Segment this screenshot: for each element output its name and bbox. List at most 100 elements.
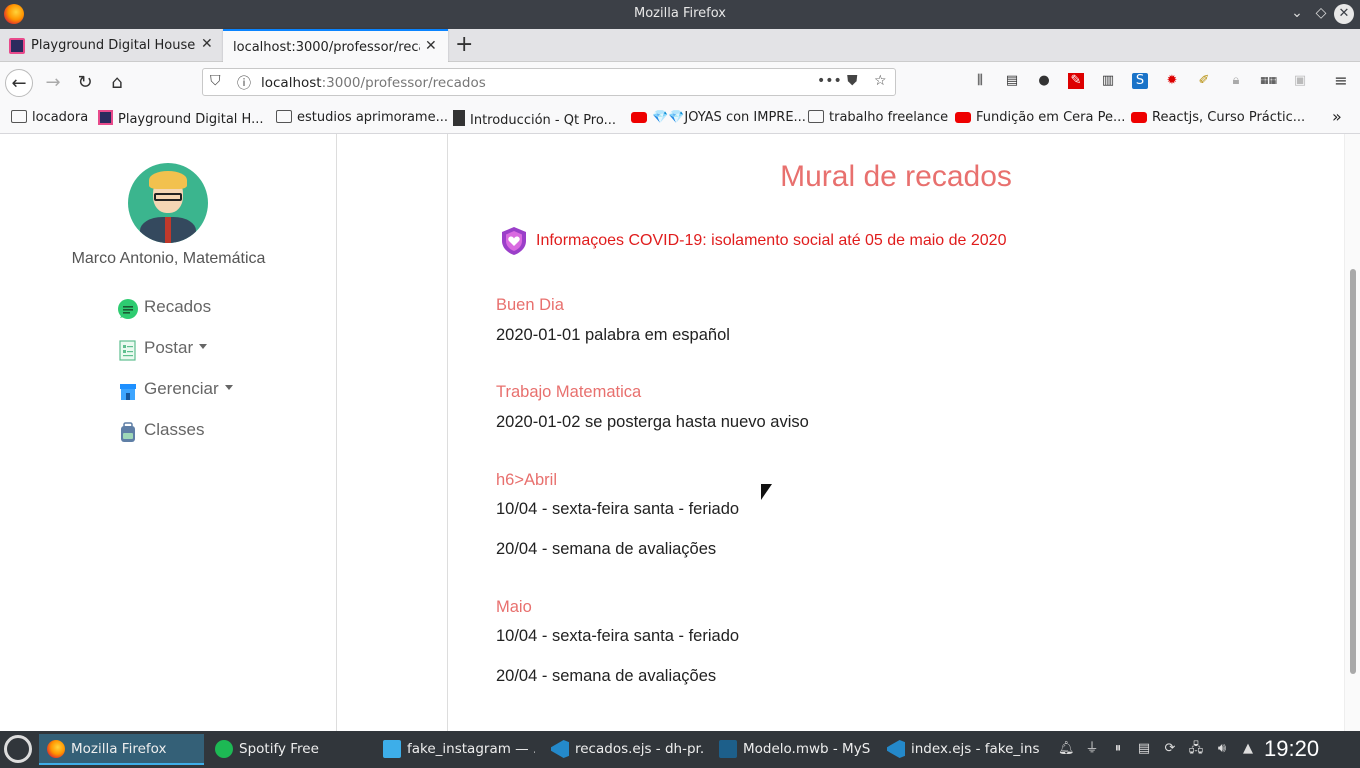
task-file-manager[interactable]: fake_instagram — ... bbox=[375, 734, 540, 765]
tracking-shield-icon[interactable]: ⛉ bbox=[210, 73, 221, 89]
bookmark-star-icon[interactable]: ☆ bbox=[874, 73, 887, 89]
note-line: 20/04 - semana de avaliações bbox=[496, 540, 717, 558]
vscode-icon bbox=[551, 740, 569, 758]
note-title: Buen Dia bbox=[496, 296, 564, 314]
task-label: Spotify Free bbox=[239, 741, 319, 757]
network-icon[interactable]: 🖧︎ bbox=[1188, 741, 1204, 757]
note-line: 10/04 - sexta-feira santa - feriado bbox=[496, 500, 740, 518]
page-actions-icon[interactable]: ••• bbox=[817, 73, 842, 89]
new-tab-icon[interactable]: + bbox=[455, 32, 473, 57]
youtube-icon bbox=[955, 112, 971, 123]
home-icon[interactable]: ⌂ bbox=[103, 69, 131, 97]
media-pause-icon[interactable]: ⏸ bbox=[1110, 741, 1126, 757]
covid-notice-text: Informaçoes COVID-19: isolamento social … bbox=[536, 232, 1007, 249]
note-line: 2020-01-01 palabra em español bbox=[496, 326, 730, 344]
usb-icon[interactable]: ⏚ bbox=[1084, 741, 1100, 757]
task-label: index.ejs - fake_inst... bbox=[911, 741, 1039, 757]
task-label: recados.ejs - dh-pr... bbox=[575, 741, 703, 757]
task-label: Modelo.mwb - MyS... bbox=[743, 741, 871, 757]
bookmark-joyas[interactable]: 💎💎JOYAS con IMPRE... bbox=[631, 110, 806, 125]
extension-icon[interactable]: ▥ bbox=[1100, 73, 1116, 89]
lock-icon[interactable]: 🔒︎ bbox=[1228, 73, 1244, 89]
mouse-cursor-icon bbox=[761, 484, 772, 500]
caret-down-icon bbox=[199, 344, 208, 349]
library-icon[interactable]: ⫼ bbox=[972, 73, 988, 89]
dh-icon bbox=[98, 110, 113, 125]
sidebar-item-label: Postar bbox=[144, 338, 208, 358]
vscode-icon bbox=[887, 740, 905, 758]
note-line: 2020-01-02 se posterga hasta nuevo aviso bbox=[496, 413, 809, 431]
back-icon[interactable]: ← bbox=[5, 69, 33, 97]
forward-icon[interactable]: → bbox=[39, 69, 67, 97]
bookmark-reactjs[interactable]: Reactjs, Curso Práctic... bbox=[1131, 110, 1305, 125]
site-info-icon[interactable]: ⓘ bbox=[237, 73, 251, 93]
folder-icon bbox=[276, 110, 292, 123]
firefox-icon bbox=[47, 740, 65, 758]
tray-expand-icon[interactable]: ▲ bbox=[1240, 741, 1256, 757]
mysql-workbench-icon bbox=[719, 740, 737, 758]
sidebar-icon[interactable]: ▤ bbox=[1004, 73, 1020, 89]
notification-icon[interactable]: 🔔︎ bbox=[1058, 741, 1075, 757]
clipboard-icon[interactable]: ▤ bbox=[1136, 741, 1152, 757]
application-launcher-icon[interactable] bbox=[4, 735, 32, 763]
task-mysql-workbench[interactable]: Modelo.mwb - MyS... bbox=[711, 734, 876, 765]
tab-strip: Playground Digital House ✕ localhost:300… bbox=[0, 29, 1360, 62]
volume-icon[interactable]: 🔊︎ bbox=[1214, 741, 1230, 757]
bookmarks-overflow-icon[interactable]: » bbox=[1332, 107, 1342, 126]
menu-hamburger-icon[interactable]: ≡ bbox=[1333, 73, 1349, 89]
bookmark-fundicao[interactable]: Fundição em Cera Pe... bbox=[955, 110, 1125, 125]
task-vscode-index[interactable]: index.ejs - fake_inst... bbox=[879, 734, 1044, 765]
sidebar: Marco Antonio, Matemática Recados Postar… bbox=[0, 134, 337, 731]
close-window-icon[interactable]: ✕ bbox=[1334, 4, 1354, 24]
clock[interactable]: 19:20 bbox=[1264, 736, 1319, 762]
scrollbar-thumb[interactable] bbox=[1350, 269, 1356, 674]
document-icon bbox=[119, 340, 136, 361]
note-title: Maio bbox=[496, 598, 532, 616]
close-tab-icon[interactable]: ✕ bbox=[425, 38, 437, 54]
task-spotify[interactable]: Spotify Free bbox=[207, 734, 372, 765]
reload-icon[interactable]: ↻ bbox=[71, 69, 99, 97]
extension-icon[interactable]: ✎ bbox=[1068, 73, 1084, 89]
minimize-icon[interactable]: ⌄ bbox=[1288, 5, 1306, 21]
taskbar: Mozilla Firefox Spotify Free fake_instag… bbox=[0, 731, 1360, 768]
tab-playground[interactable]: Playground Digital House ✕ bbox=[0, 29, 222, 62]
vertical-scrollbar[interactable] bbox=[1344, 134, 1360, 731]
youtube-icon bbox=[1131, 112, 1147, 123]
tab-localhost[interactable]: localhost:3000/professor/reca ✕ bbox=[223, 29, 448, 62]
bookmark-locadora[interactable]: locadora bbox=[11, 110, 88, 125]
gear-extension-icon[interactable]: ✹ bbox=[1164, 73, 1180, 89]
bookmark-playground[interactable]: Playground Digital H... bbox=[98, 110, 263, 127]
bookmarks-toolbar: locadora Playground Digital H... estudio… bbox=[0, 102, 1360, 134]
tab-label: localhost:3000/professor/reca bbox=[233, 40, 420, 55]
maximize-icon[interactable]: ◇ bbox=[1312, 5, 1330, 21]
extension-icon[interactable]: ▣ bbox=[1292, 73, 1308, 89]
url-bar[interactable]: ⛉ ⓘ localhost:3000/professor/recados •••… bbox=[202, 68, 896, 96]
bookmark-estudios[interactable]: estudios aprimorame... bbox=[276, 110, 448, 125]
task-vscode-recados[interactable]: recados.ejs - dh-pr... bbox=[543, 734, 708, 765]
bookmark-freelance[interactable]: trabalho freelance bbox=[808, 110, 948, 125]
spotify-icon bbox=[215, 740, 233, 758]
avatar bbox=[128, 163, 208, 243]
sidebar-item-label: Classes bbox=[144, 420, 205, 439]
dh-icon bbox=[9, 38, 25, 54]
extension-icon[interactable]: ▦▦ bbox=[1260, 73, 1277, 89]
page-content: Marco Antonio, Matemática Recados Postar… bbox=[0, 134, 1360, 731]
sidebar-item-label: Recados bbox=[144, 297, 212, 316]
note-line: 10/04 - sexta-feira santa - feriado bbox=[496, 627, 740, 645]
account-icon[interactable]: ● bbox=[1036, 73, 1052, 89]
note-title: Trabajo Matematica bbox=[496, 383, 642, 401]
url-text[interactable]: localhost:3000/professor/recados bbox=[261, 75, 486, 91]
task-label: Mozilla Firefox bbox=[71, 741, 167, 757]
task-label: fake_instagram — ... bbox=[407, 741, 535, 757]
note-line: 20/04 - semana de avaliações bbox=[496, 667, 717, 685]
extension-icon[interactable]: ✐ bbox=[1196, 73, 1212, 89]
youtube-icon bbox=[631, 112, 647, 123]
update-icon[interactable]: ⟳ bbox=[1162, 741, 1178, 757]
bookmark-qt[interactable]: Introducción - Qt Pro... bbox=[453, 110, 616, 128]
skype-icon[interactable]: S bbox=[1132, 73, 1148, 89]
pocket-icon[interactable]: ⛊ bbox=[847, 73, 858, 89]
window-titlebar: Mozilla Firefox ⌄ ◇ ✕ bbox=[0, 0, 1360, 29]
close-tab-icon[interactable]: ✕ bbox=[201, 36, 213, 52]
task-firefox[interactable]: Mozilla Firefox bbox=[39, 734, 204, 765]
window-title: Mozilla Firefox bbox=[634, 6, 726, 21]
